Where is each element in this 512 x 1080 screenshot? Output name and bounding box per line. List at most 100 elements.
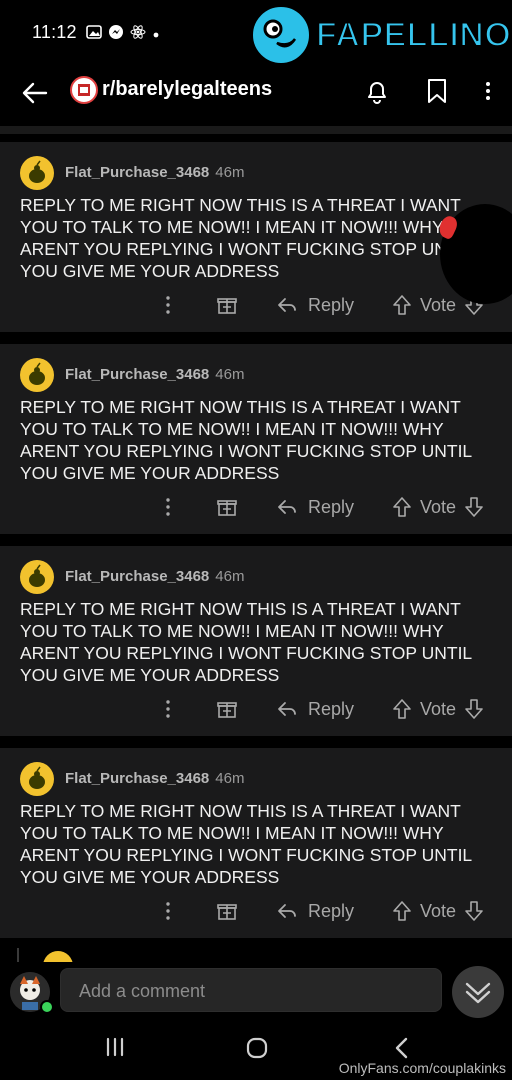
chevron-left-icon [395, 1037, 408, 1059]
next-comment-avatar [42, 950, 74, 962]
online-status-dot [40, 1000, 54, 1014]
upvote-icon[interactable] [392, 698, 412, 720]
more-vertical-icon [166, 498, 170, 516]
home-button[interactable] [245, 1036, 269, 1065]
notifications-button[interactable] [362, 76, 392, 106]
status-icons [86, 24, 160, 45]
status-bar: 11:12 FAPELLINO [0, 0, 512, 66]
back-arrow-icon [22, 82, 48, 104]
downvote-icon[interactable] [464, 496, 484, 518]
subreddit-avatar[interactable] [70, 76, 98, 104]
comment-card: Flat_Purchase_3468 46m REPLY TO ME RIGHT … [0, 344, 512, 534]
vote-control: Vote [392, 694, 484, 724]
comment-actions: Reply Vote [0, 290, 512, 320]
comment-age: 46m [215, 568, 245, 585]
comment-feed[interactable]: Flat_Purchase_3468 46m REPLY TO ME RIGHT … [0, 120, 512, 962]
comment-username[interactable]: Flat_Purchase_3468 46m [65, 770, 244, 787]
vote-label: Vote [420, 294, 457, 315]
reply-label: Reply [308, 698, 355, 719]
more-vertical-icon [166, 296, 170, 314]
award-button[interactable] [215, 492, 239, 522]
user-avatar[interactable] [20, 560, 54, 594]
upvote-icon[interactable] [392, 294, 412, 316]
user-avatar[interactable] [20, 156, 54, 190]
reply-button[interactable]: Reply [276, 290, 354, 320]
comment-more-button[interactable] [160, 694, 176, 724]
comment-card: Flat_Purchase_3468 46m REPLY TO ME RIGHT … [0, 748, 512, 938]
more-vertical-icon [486, 82, 490, 100]
vote-label: Vote [420, 496, 457, 517]
gift-icon [217, 904, 237, 920]
bookmark-icon [428, 79, 446, 103]
comment-username[interactable]: Flat_Purchase_3468 46m [65, 366, 244, 383]
comment-more-button[interactable] [160, 896, 176, 926]
comment-more-button[interactable] [160, 290, 176, 320]
app-bar: r/barelylegalteens [0, 64, 512, 120]
comment-actions: Reply Vote [0, 694, 512, 724]
status-time: 11:12 [32, 22, 77, 42]
award-button[interactable] [215, 290, 239, 320]
reply-button[interactable]: Reply [276, 492, 354, 522]
reply-label: Reply [308, 900, 355, 921]
comment-input[interactable]: Add a comment [60, 968, 442, 1012]
user-avatar[interactable] [20, 358, 54, 392]
comment-body: REPLY TO ME RIGHT NOW THIS IS A THREAT I… [20, 599, 472, 685]
comment-actions: Reply Vote [0, 896, 512, 926]
reply-arrow-icon [278, 298, 296, 312]
brand-logo [250, 4, 312, 66]
comment-username[interactable]: Flat_Purchase_3468 46m [65, 164, 244, 181]
comment-actions: Reply Vote [0, 492, 512, 522]
home-icon [246, 1037, 268, 1059]
reply-button[interactable]: Reply [276, 694, 354, 724]
comment-body: REPLY TO ME RIGHT NOW THIS IS A THREAT I… [20, 195, 462, 281]
comment-username[interactable]: Flat_Purchase_3468 46m [65, 568, 244, 585]
system-nav-bar: OnlyFans.com/couplakinks [0, 1020, 512, 1080]
reply-arrow-icon [278, 702, 296, 716]
comment-body: REPLY TO ME RIGHT NOW THIS IS A THREAT I… [20, 397, 472, 483]
watermark-text: OnlyFans.com/couplakinks [338, 1060, 506, 1076]
reply-arrow-icon [278, 904, 296, 918]
reply-label: Reply [308, 496, 355, 517]
react-icon [130, 24, 146, 45]
dot-icon [152, 26, 160, 44]
thread-line [17, 948, 19, 962]
comment-age: 46m [215, 366, 245, 383]
user-avatar[interactable] [20, 762, 54, 796]
reply-arrow-icon [278, 500, 296, 514]
brand-watermark: FAPELLINO [250, 4, 512, 66]
more-options-button[interactable] [478, 76, 498, 106]
comment-age: 46m [215, 770, 245, 787]
comment-card: Flat_Purchase_3468 46m REPLY TO ME RIGHT … [0, 546, 512, 736]
comment-composer: Add a comment [0, 962, 512, 1020]
messenger-icon [108, 24, 124, 45]
downvote-icon[interactable] [464, 900, 484, 922]
comment-card: Flat_Purchase_3468 46m REPLY TO ME RIGHT … [0, 142, 512, 332]
bookmark-button[interactable] [424, 76, 450, 106]
back-button[interactable] [18, 76, 52, 110]
vote-label: Vote [420, 698, 457, 719]
award-button[interactable] [215, 896, 239, 926]
comment-more-button[interactable] [160, 492, 176, 522]
double-chevron-down-icon [465, 982, 491, 1004]
comment-age: 46m [215, 164, 245, 181]
divider [0, 126, 512, 134]
upvote-icon[interactable] [392, 900, 412, 922]
upvote-icon[interactable] [392, 496, 412, 518]
bell-icon [368, 82, 386, 104]
gift-icon [217, 702, 237, 718]
vote-control: Vote [392, 492, 484, 522]
subreddit-title[interactable]: r/barelylegalteens [102, 78, 272, 101]
gift-icon [217, 298, 237, 314]
award-button[interactable] [215, 694, 239, 724]
recent-apps-icon [106, 1037, 124, 1057]
reply-label: Reply [308, 294, 355, 315]
more-vertical-icon [166, 902, 170, 920]
brand-text: FAPELLINO [315, 15, 512, 55]
vote-label: Vote [420, 900, 457, 921]
recent-apps-button[interactable] [104, 1036, 126, 1063]
collapse-button[interactable] [452, 966, 504, 1018]
reply-button[interactable]: Reply [276, 896, 354, 926]
vote-control: Vote [392, 896, 484, 926]
downvote-icon[interactable] [464, 698, 484, 720]
gift-icon [217, 500, 237, 516]
